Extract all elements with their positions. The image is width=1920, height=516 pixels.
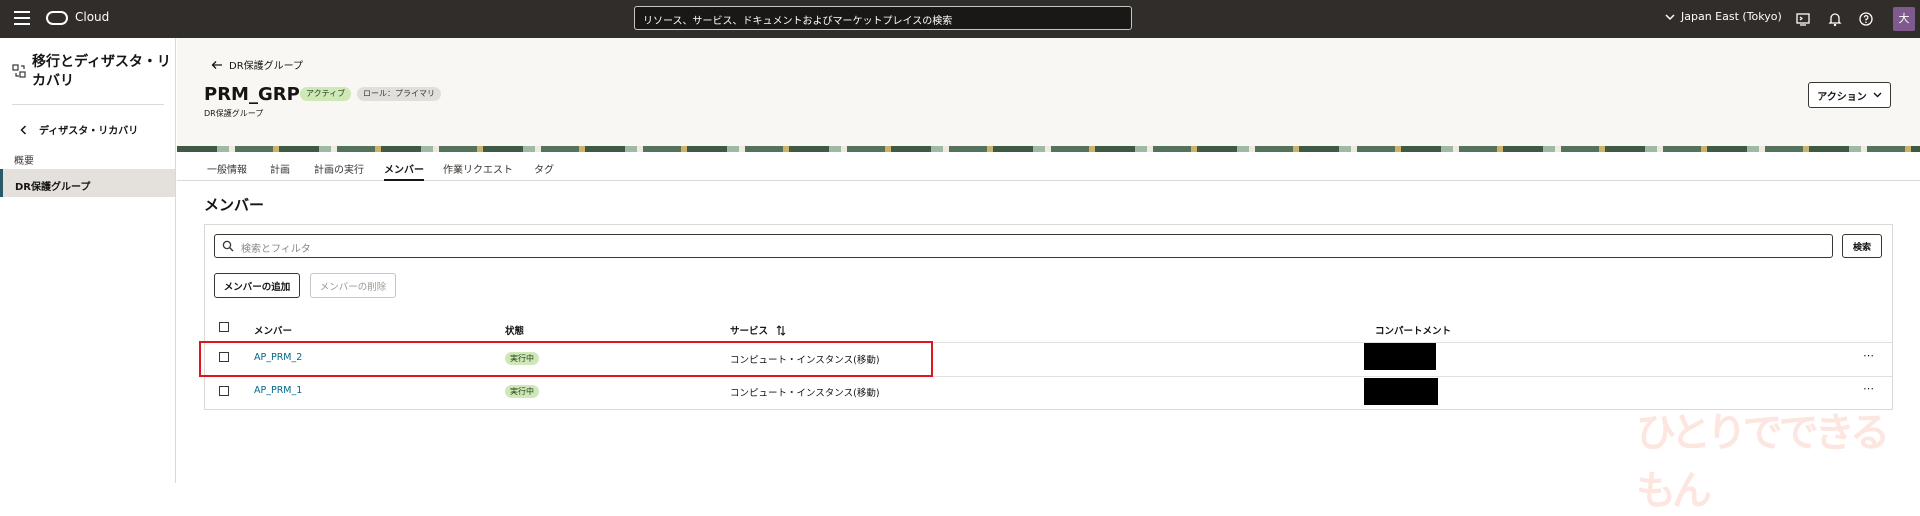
add-member-button[interactable]: メンバーの追加 (214, 273, 300, 298)
redacted-compartment (1364, 378, 1438, 405)
sidebar: 移行とディザスタ・リカバリ ディザスタ・リカバリ 概要 DR保護グループ (0, 38, 176, 483)
chevron-down-icon (1873, 92, 1882, 98)
member-search-input[interactable]: 検索とフィルタ (214, 234, 1833, 258)
top-bar: Cloud リソース、サービス、ドキュメントおよびマーケットプレイスの検索 Ja… (0, 0, 1920, 38)
member-link[interactable]: AP_PRM_1 (254, 385, 302, 396)
tab-plans[interactable]: 計画 (270, 161, 290, 181)
section-title: メンバー (204, 196, 265, 214)
tab-plan-executions[interactable]: 計画の実行 (314, 161, 364, 181)
chevron-left-icon (20, 124, 27, 135)
tab-tags[interactable]: タグ (534, 161, 554, 181)
migration-icon (12, 64, 26, 78)
column-header-member: メンバー (254, 326, 293, 337)
actions-label: アクション (1817, 91, 1867, 103)
row-actions-menu-icon[interactable]: ⋯ (1863, 382, 1875, 395)
arrow-left-icon (211, 60, 222, 69)
sort-icon (776, 324, 786, 336)
select-all-checkbox[interactable] (219, 322, 229, 332)
cloud-shell-icon[interactable] (1795, 11, 1811, 27)
role-badge: ロール：プライマリ (357, 87, 441, 101)
sidebar-back-link[interactable]: ディザスタ・リカバリ (20, 122, 138, 137)
oracle-logo-icon[interactable] (46, 11, 68, 25)
hamburger-menu-icon[interactable] (14, 11, 30, 25)
brand-label[interactable]: Cloud (75, 10, 109, 24)
search-button[interactable]: 検索 (1842, 234, 1882, 258)
chevron-down-icon (1665, 13, 1675, 20)
remove-member-button: メンバーの削除 (310, 273, 396, 298)
sidebar-title: 移行とディザスタ・リカバリ (32, 54, 171, 89)
column-header-state: 状態 (505, 326, 525, 337)
status-badge: アクティブ (300, 87, 352, 101)
help-icon[interactable] (1858, 11, 1874, 27)
tab-general-info[interactable]: 一般情報 (207, 161, 247, 181)
row-actions-menu-icon[interactable]: ⋯ (1863, 349, 1875, 362)
row-checkbox[interactable] (219, 386, 229, 396)
search-icon (222, 240, 234, 252)
state-badge: 実行中 (505, 385, 539, 398)
breadcrumb[interactable]: DR保護グループ (211, 57, 303, 72)
region-selector[interactable]: Japan East (Tokyo) (1665, 10, 1782, 23)
sidebar-item-overview[interactable]: 概要 (14, 152, 34, 167)
highlight-box (199, 341, 933, 377)
tab-members[interactable]: メンバー (384, 161, 424, 181)
tab-bar: 一般情報 計画 計画の実行 メンバー 作業リクエスト タグ (177, 152, 1920, 181)
sidebar-divider (12, 104, 164, 105)
page-subtitle: DR保護グループ (204, 109, 264, 118)
column-header-compartment: コンパートメント (1375, 326, 1452, 337)
watermark: ひとりでできるもん (1636, 410, 1890, 514)
user-avatar[interactable]: 大 (1893, 7, 1915, 31)
column-header-service-label: サービス (730, 326, 769, 337)
sidebar-item-dr-protection-groups[interactable]: DR保護グループ (0, 169, 175, 197)
sidebar-back-label: ディザスタ・リカバリ (39, 126, 139, 137)
global-search-input[interactable]: リソース、サービス、ドキュメントおよびマーケットプレイスの検索 (634, 6, 1132, 30)
redacted-compartment (1364, 343, 1436, 370)
actions-button[interactable]: アクション (1808, 82, 1891, 108)
breadcrumb-label: DR保護グループ (229, 61, 304, 72)
bell-icon[interactable] (1827, 11, 1843, 27)
service-cell: コンピュート・インスタンス(移動) (730, 388, 880, 399)
column-header-service[interactable]: サービス (730, 323, 786, 337)
tab-work-requests[interactable]: 作業リクエスト (443, 161, 513, 181)
region-label: Japan East (Tokyo) (1681, 10, 1782, 23)
page-title: PRM_GRP (204, 84, 300, 105)
